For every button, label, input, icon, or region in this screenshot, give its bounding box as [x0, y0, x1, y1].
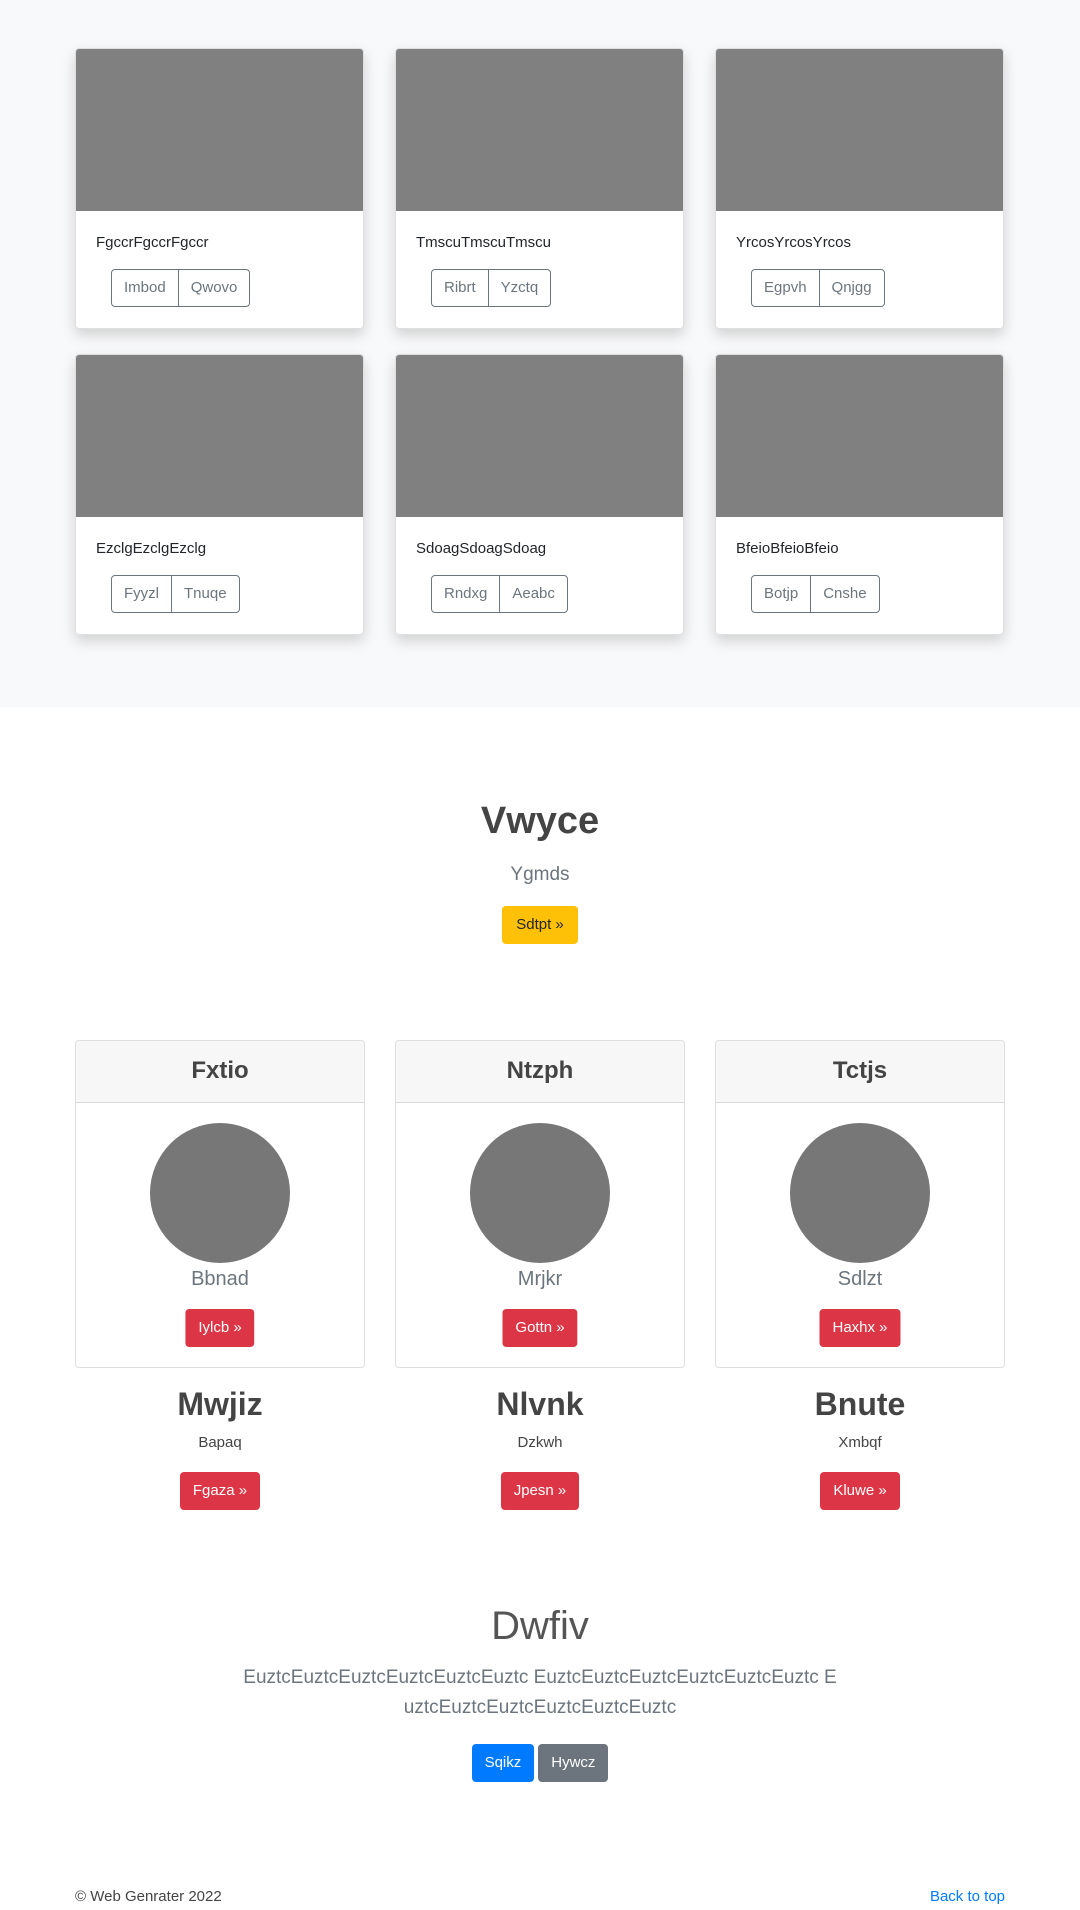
hero-cta-button[interactable]: Sdtpt »: [502, 906, 578, 944]
card-button-group: Botjp Cnshe: [751, 575, 880, 613]
card-thumbnail: [76, 355, 363, 517]
profile-name: Sdlzt: [837, 1268, 883, 1290]
album-card: TmscuTmscuTmscu Ribrt Yzctq: [395, 48, 684, 329]
card-edit-button[interactable]: Tnuqe: [171, 575, 240, 613]
profile-card-header: Ntzph: [396, 1041, 684, 1103]
card-edit-button[interactable]: Yzctq: [487, 269, 552, 307]
feature-subtitle: Dzkwh: [517, 1434, 563, 1451]
hero-title: Vwyce: [480, 800, 600, 842]
card-thumbnail: [396, 49, 683, 211]
card-button-group: Fyyzl Tnuqe: [111, 575, 240, 613]
card-edit-button[interactable]: Qnjgg: [818, 269, 885, 307]
profile-card-header: Tctjs: [716, 1041, 1004, 1103]
feature-button[interactable]: Jpesn »: [500, 1472, 580, 1510]
card-edit-button[interactable]: Cnshe: [810, 575, 880, 613]
card-thumbnail: [76, 49, 363, 211]
profile-card: Tctjs Sdlzt Haxhx »: [715, 1040, 1005, 1368]
jumbotron-buttons: Sqikz Hywcz: [0, 1744, 1080, 1782]
card-view-button[interactable]: Imbod: [111, 269, 179, 307]
feature-subtitle: Xmbqf: [838, 1434, 882, 1451]
card-text: EzclgEzclgEzclg: [96, 540, 207, 557]
feature-button[interactable]: Kluwe »: [820, 1472, 900, 1510]
album-card: EzclgEzclgEzclg Fyyzl Tnuqe: [75, 354, 364, 635]
profile-name: Mrjkr: [517, 1268, 563, 1290]
card-text: FgccrFgccrFgccr: [96, 234, 209, 251]
card-button-group: Egpvh Qnjgg: [751, 269, 885, 307]
avatar: [150, 1123, 290, 1263]
card-text: SdoagSdoagSdoag: [416, 540, 547, 557]
card-view-button[interactable]: Fyyzl: [111, 575, 172, 613]
footer-copyright: © Web Genrater 2022: [75, 1888, 222, 1905]
secondary-button[interactable]: Hywcz: [538, 1744, 609, 1782]
card-edit-button[interactable]: Qwovo: [177, 269, 251, 307]
feature-column: Bnute Xmbqf Kluwe »: [715, 1382, 1005, 1510]
profile-card: Fxtio Bbnad Iylcb »: [75, 1040, 365, 1368]
feature-title: Nlvnk: [496, 1386, 584, 1422]
profile-card: Ntzph Mrjkr Gottn »: [395, 1040, 685, 1368]
card-view-button[interactable]: Rndxg: [431, 575, 501, 613]
card-button-group: Rndxg Aeabc: [431, 575, 568, 613]
card-button-group: Imbod Qwovo: [111, 269, 251, 307]
card-button-group: Ribrt Yzctq: [431, 269, 552, 307]
avatar: [470, 1123, 610, 1263]
card-view-button[interactable]: Egpvh: [751, 269, 820, 307]
avatar: [790, 1123, 930, 1263]
back-to-top-link[interactable]: Back to top: [930, 1888, 1005, 1905]
profile-button[interactable]: Gottn »: [502, 1309, 578, 1347]
profile-card-header: Fxtio: [76, 1041, 364, 1103]
card-thumbnail: [396, 355, 683, 517]
jumbotron-text: EuztcEuztcEuztcEuztcEuztcEuztc EuztcEuzt…: [243, 1667, 837, 1718]
feature-button[interactable]: Fgaza »: [179, 1472, 261, 1510]
feature-column: Mwjiz Bapaq Fgaza »: [75, 1382, 365, 1510]
hero-subtitle: Ygmds: [510, 864, 570, 885]
card-edit-button[interactable]: Aeabc: [499, 575, 568, 613]
feature-title: Mwjiz: [177, 1386, 263, 1422]
feature-column: Nlvnk Dzkwh Jpesn »: [395, 1382, 685, 1510]
card-view-button[interactable]: Ribrt: [431, 269, 489, 307]
card-view-button[interactable]: Botjp: [751, 575, 812, 613]
album-card: BfeioBfeioBfeio Botjp Cnshe: [715, 354, 1004, 635]
album-card: YrcosYrcosYrcos Egpvh Qnjgg: [715, 48, 1004, 329]
jumbotron-title: Dwfiv: [491, 1604, 589, 1648]
profile-button[interactable]: Iylcb »: [185, 1309, 255, 1347]
primary-button[interactable]: Sqikz: [471, 1744, 535, 1782]
album-card: SdoagSdoagSdoag Rndxg Aeabc: [395, 354, 684, 635]
card-thumbnail: [716, 355, 1003, 517]
feature-title: Bnute: [814, 1386, 906, 1422]
profile-button[interactable]: Haxhx »: [819, 1309, 901, 1347]
feature-subtitle: Bapaq: [198, 1434, 242, 1451]
album-section: FgccrFgccrFgccr Imbod Qwovo TmscuTmscuTm…: [0, 0, 1080, 707]
card-text: YrcosYrcosYrcos: [736, 234, 852, 251]
card-text: TmscuTmscuTmscu: [416, 234, 551, 251]
card-thumbnail: [716, 49, 1003, 211]
profile-name: Bbnad: [191, 1268, 249, 1290]
album-card: FgccrFgccrFgccr Imbod Qwovo: [75, 48, 364, 329]
card-text: BfeioBfeioBfeio: [736, 540, 839, 557]
